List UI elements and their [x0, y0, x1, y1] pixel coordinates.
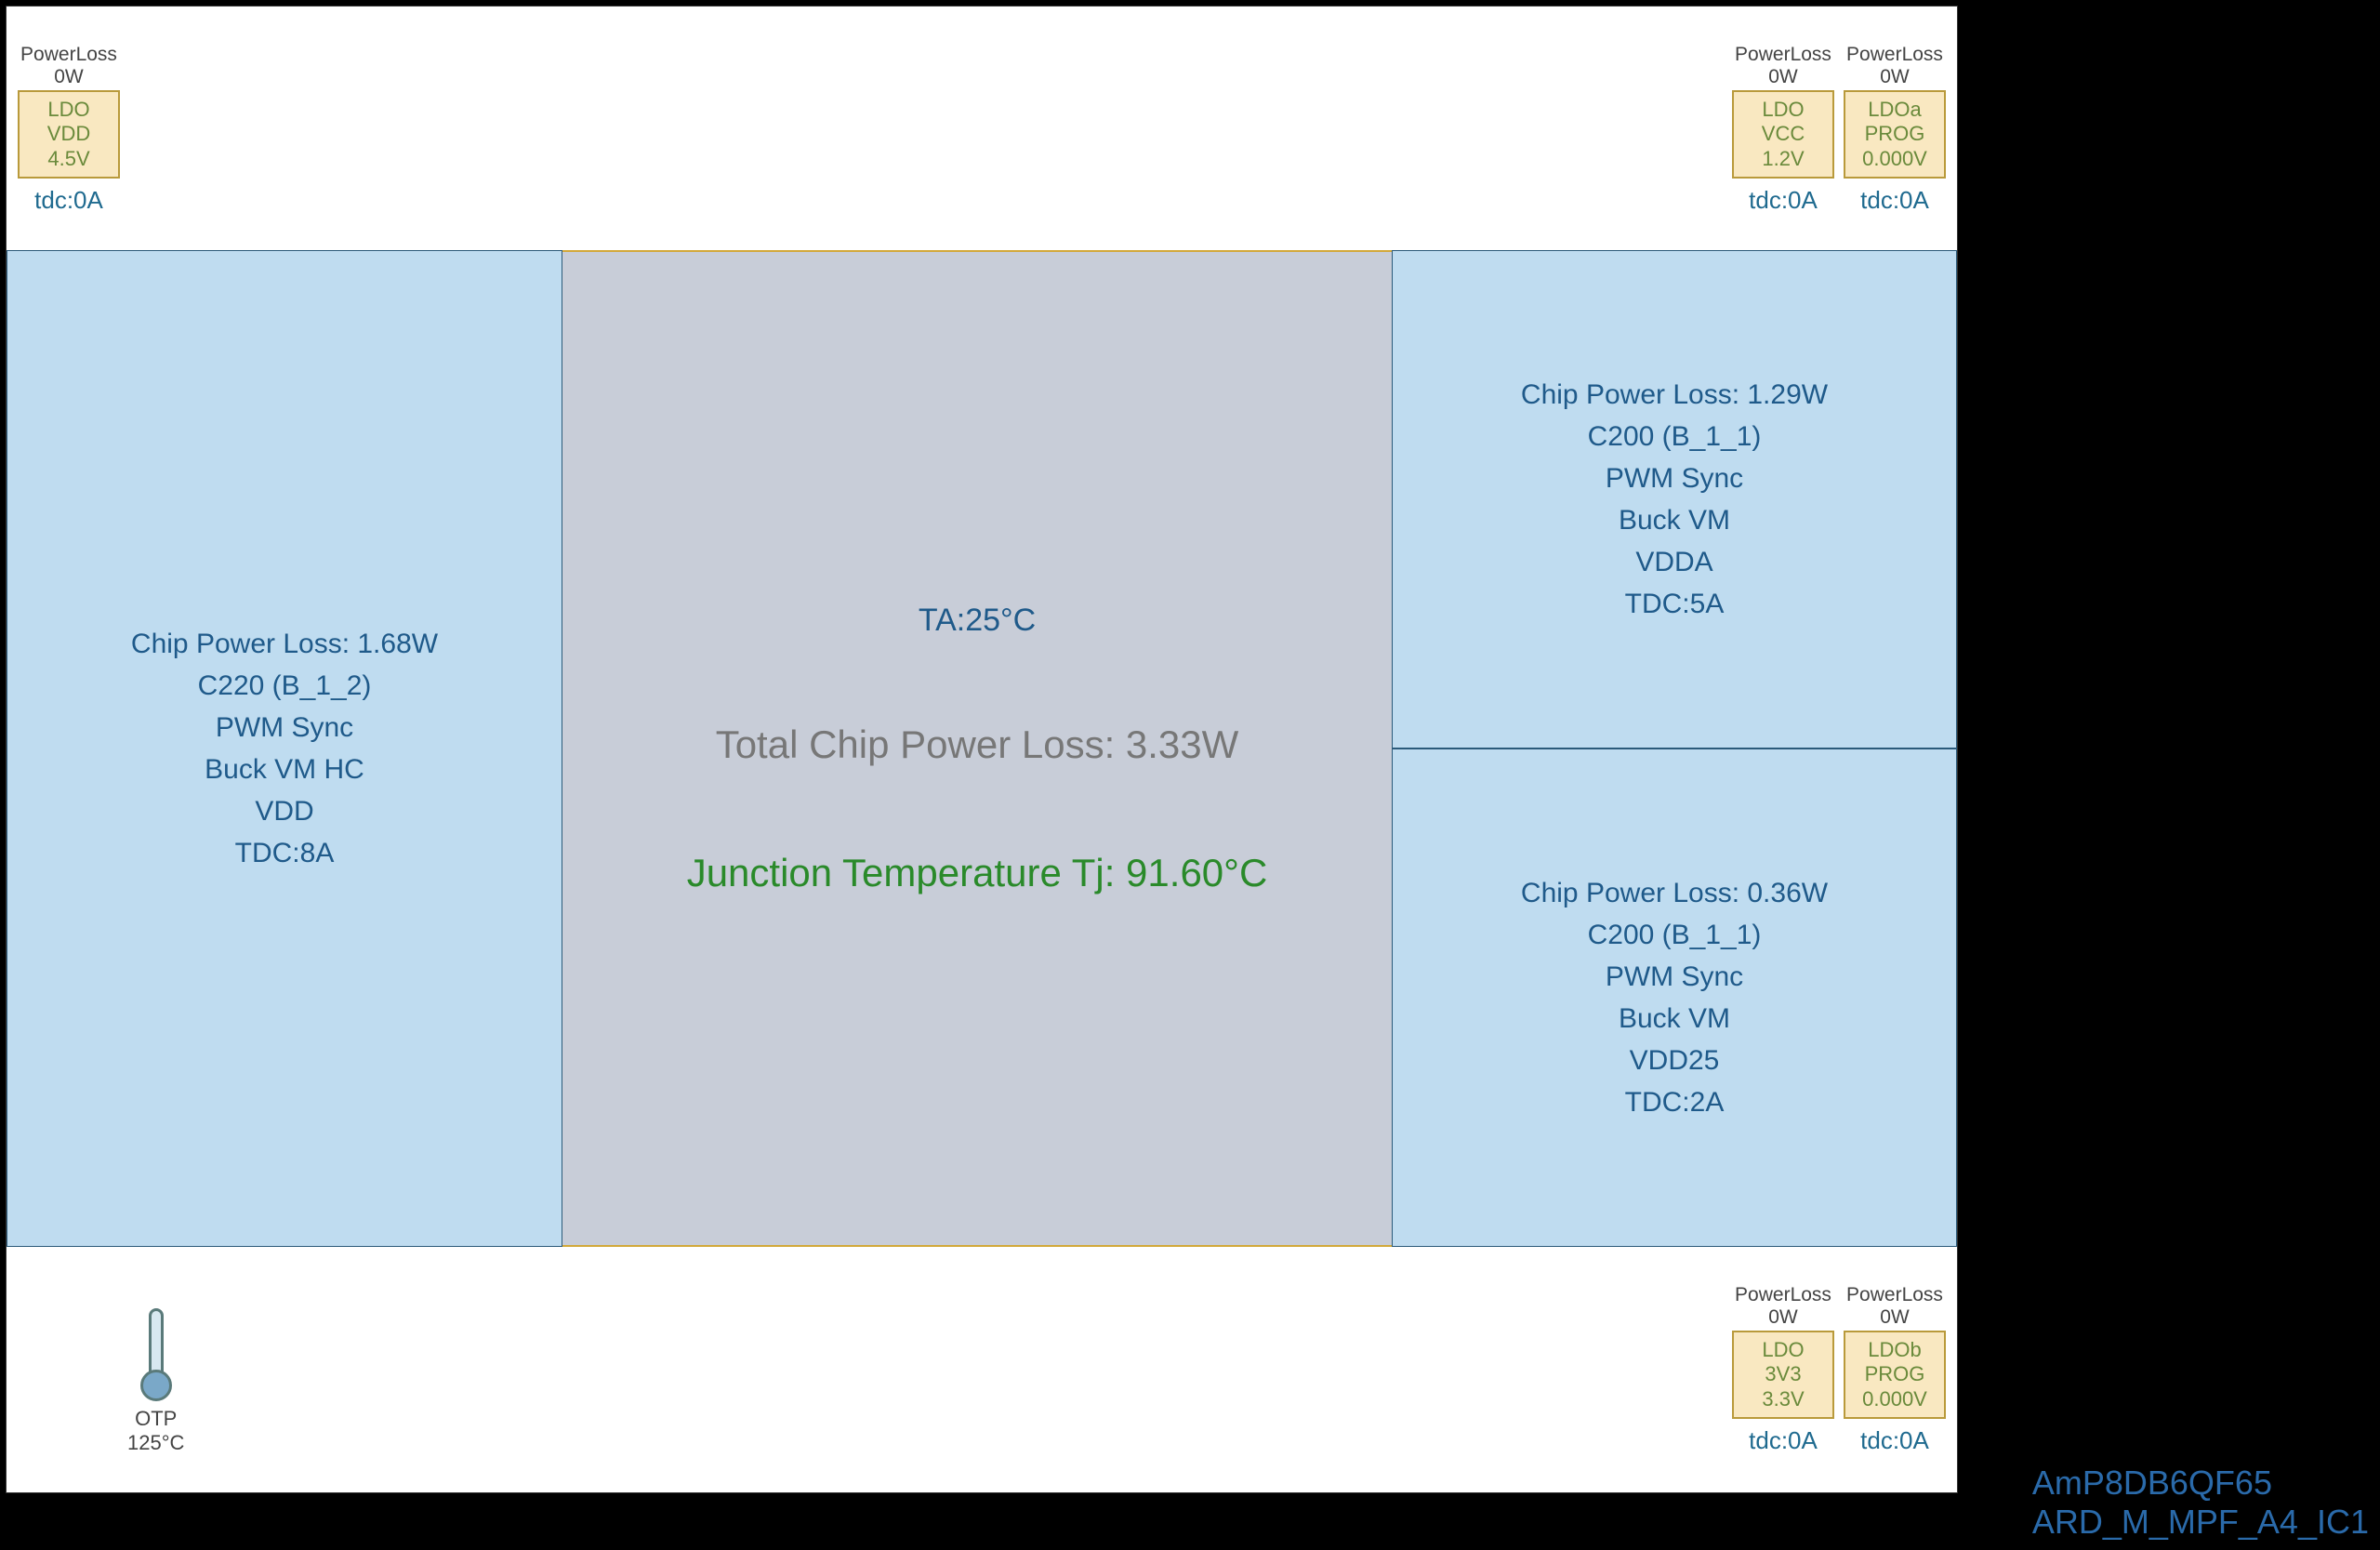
ldo-line1: LDO: [1734, 98, 1832, 122]
ldo-line3: 3.3V: [1734, 1387, 1832, 1411]
power-loss-label: PowerLoss: [1844, 1284, 1946, 1306]
ldo-line1: LDO: [1734, 1338, 1832, 1362]
ldo-line1: LDOa: [1845, 98, 1944, 122]
ldo-group-top-left: PowerLoss 0W LDO VDD 4.5V tdc:0A: [18, 44, 120, 215]
ldo-vcc: PowerLoss 0W LDO VCC 1.2V tdc:0A: [1732, 44, 1834, 215]
buck-right-bottom-panel: Chip Power Loss: 0.36W C200 (B_1_1) PWM …: [1392, 749, 1957, 1247]
tdc-value: tdc:0A: [1844, 186, 1946, 215]
tdc-value: tdc:0A: [18, 186, 120, 215]
block-tdc: TDC:8A: [235, 832, 335, 874]
chip-thermal-diagram: PowerLoss 0W LDO VDD 4.5V tdc:0A PowerLo…: [6, 6, 1958, 1493]
ldo-line2: 3V3: [1734, 1362, 1832, 1386]
power-loss-value: 0W: [1844, 66, 1946, 88]
part-number: AmP8DB6QF65: [2032, 1464, 2369, 1502]
ldo-line3: 0.000V: [1845, 147, 1944, 171]
ldo-3v3: PowerLoss 0W LDO 3V3 3.3V tdc:0A: [1732, 1284, 1834, 1455]
chip-power-loss: Chip Power Loss: 1.68W: [131, 623, 438, 665]
block-rail: VDDA: [1635, 541, 1712, 583]
block-id: C220 (B_1_2): [198, 665, 372, 707]
footer-part-labels: AmP8DB6QF65 ARD_M_MPF_A4_IC1: [2032, 1464, 2369, 1541]
block-tdc: TDC:5A: [1625, 583, 1725, 625]
block-rail: VDD: [255, 790, 313, 832]
buck-right-column: Chip Power Loss: 1.29W C200 (B_1_1) PWM …: [1392, 250, 1957, 1247]
ldo-line2: VCC: [1734, 122, 1832, 146]
thermometer-icon: [138, 1308, 175, 1401]
power-loss-value: 0W: [1732, 66, 1834, 88]
junction-temp: Junction Temperature Tj: 91.60°C: [687, 851, 1268, 895]
block-mode: PWM Sync: [1606, 956, 1743, 998]
otp-indicator: OTP 125°C: [127, 1308, 184, 1455]
ldo-line3: 0.000V: [1845, 1387, 1944, 1411]
otp-label: OTP: [127, 1407, 184, 1431]
block-type: Buck VM: [1619, 998, 1730, 1040]
ambient-temp: TA:25°C: [919, 603, 1036, 639]
ldo-box: LDO 3V3 3.3V: [1732, 1331, 1834, 1419]
ldo-box: LDO VCC 1.2V: [1732, 90, 1834, 179]
chip-power-loss: Chip Power Loss: 1.29W: [1521, 374, 1828, 416]
power-loss-value: 0W: [1844, 1306, 1946, 1329]
power-loss-label: PowerLoss: [1732, 1284, 1834, 1306]
power-loss-value: 0W: [18, 66, 120, 88]
chip-center-panel: TA:25°C Total Chip Power Loss: 3.33W Jun…: [562, 250, 1392, 1247]
ldo-group-bottom-right: PowerLoss 0W LDO 3V3 3.3V tdc:0A PowerLo…: [1732, 1284, 1946, 1455]
buck-left-panel: Chip Power Loss: 1.68W C220 (B_1_2) PWM …: [7, 250, 562, 1247]
tdc-value: tdc:0A: [1732, 1426, 1834, 1455]
block-tdc: TDC:2A: [1625, 1081, 1725, 1123]
buck-right-top-panel: Chip Power Loss: 1.29W C200 (B_1_1) PWM …: [1392, 250, 1957, 749]
block-id: C200 (B_1_1): [1588, 914, 1762, 956]
ldoa-prog: PowerLoss 0W LDOa PROG 0.000V tdc:0A: [1844, 44, 1946, 215]
block-mode: PWM Sync: [1606, 457, 1743, 499]
power-loss-label: PowerLoss: [18, 44, 120, 66]
ldo-line2: PROG: [1845, 122, 1944, 146]
power-loss-label: PowerLoss: [1844, 44, 1946, 66]
main-thermal-block: Chip Power Loss: 1.68W C220 (B_1_2) PWM …: [7, 250, 1957, 1247]
ldo-line1: LDOb: [1845, 1338, 1944, 1362]
ldo-line2: VDD: [20, 122, 118, 146]
tdc-value: tdc:0A: [1844, 1426, 1946, 1455]
total-power-loss: Total Chip Power Loss: 3.33W: [716, 722, 1239, 767]
ldo-box: LDOb PROG 0.000V: [1844, 1331, 1946, 1419]
ldo-line3: 4.5V: [20, 147, 118, 171]
block-type: Buck VM HC: [205, 749, 364, 790]
block-id: C200 (B_1_1): [1588, 416, 1762, 457]
tdc-value: tdc:0A: [1732, 186, 1834, 215]
block-type: Buck VM: [1619, 499, 1730, 541]
power-loss-value: 0W: [1732, 1306, 1834, 1329]
ldo-line2: PROG: [1845, 1362, 1944, 1386]
block-rail: VDD25: [1630, 1040, 1720, 1081]
ldo-line1: LDO: [20, 98, 118, 122]
ldo-box: LDO VDD 4.5V: [18, 90, 120, 179]
power-loss-label: PowerLoss: [1732, 44, 1834, 66]
block-mode: PWM Sync: [216, 707, 353, 749]
ldo-box: LDOa PROG 0.000V: [1844, 90, 1946, 179]
otp-value: 125°C: [127, 1431, 184, 1455]
ldo-line3: 1.2V: [1734, 147, 1832, 171]
ldo-vdd: PowerLoss 0W LDO VDD 4.5V tdc:0A: [18, 44, 120, 215]
board-id: ARD_M_MPF_A4_IC1: [2032, 1503, 2369, 1541]
chip-power-loss: Chip Power Loss: 0.36W: [1521, 872, 1828, 914]
ldo-group-top-right: PowerLoss 0W LDO VCC 1.2V tdc:0A PowerLo…: [1732, 44, 1946, 215]
ldob-prog: PowerLoss 0W LDOb PROG 0.000V tdc:0A: [1844, 1284, 1946, 1455]
